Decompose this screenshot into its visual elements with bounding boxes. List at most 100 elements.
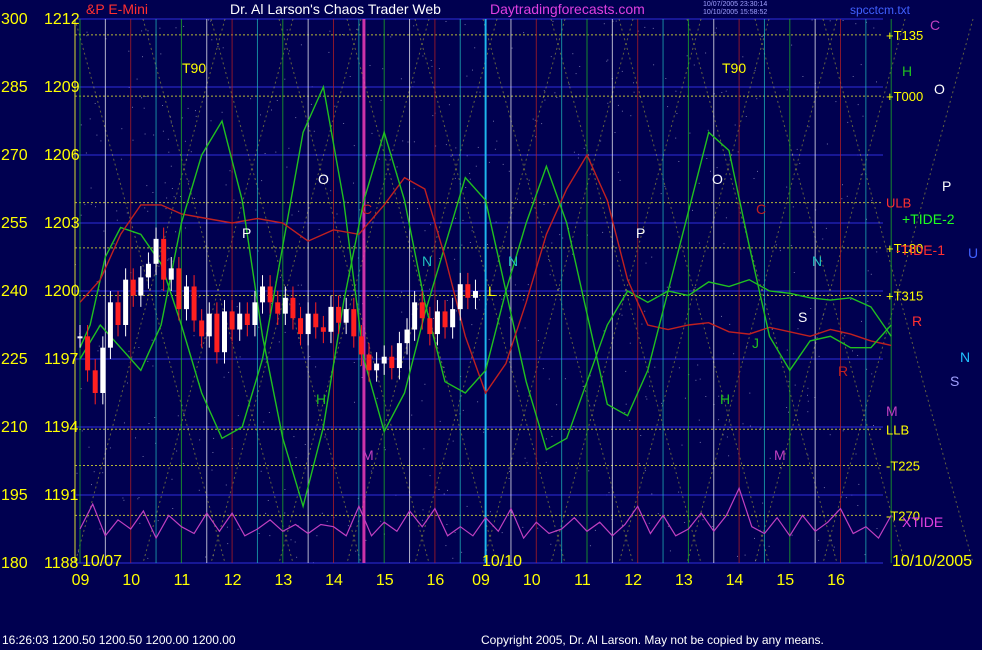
star	[300, 284, 302, 286]
star	[870, 273, 872, 275]
price-bar	[396, 343, 402, 369]
star	[537, 527, 539, 529]
star	[826, 143, 828, 145]
y-tick-degree: 195	[1, 487, 28, 504]
price-bar	[244, 313, 250, 325]
star	[860, 64, 862, 66]
star	[621, 314, 623, 316]
star	[861, 320, 862, 322]
star	[315, 366, 317, 368]
star	[321, 512, 323, 514]
star	[711, 516, 713, 518]
star	[454, 258, 456, 260]
level-label: LLB	[886, 422, 909, 437]
star	[660, 193, 662, 195]
annotation: H	[902, 63, 912, 79]
star	[867, 270, 869, 272]
star	[439, 258, 441, 259]
star	[116, 210, 118, 212]
y-tick-price: 1191	[44, 487, 79, 504]
star	[621, 70, 623, 72]
star	[841, 198, 843, 200]
star	[876, 528, 878, 529]
star	[584, 220, 586, 222]
star	[96, 134, 98, 136]
site-link[interactable]: Daytradingforecasts.com	[490, 1, 645, 17]
star	[380, 99, 382, 101]
star	[509, 317, 510, 319]
x-tick-label: 10	[523, 572, 541, 589]
star	[369, 65, 371, 66]
price-bar	[434, 311, 440, 335]
star	[669, 550, 671, 552]
star	[413, 141, 415, 143]
star	[433, 294, 435, 296]
star	[233, 199, 235, 201]
star	[353, 145, 355, 147]
y-tick-degree: 300	[1, 11, 28, 28]
price-bar	[465, 284, 471, 298]
x-tick-label: 13	[274, 572, 292, 589]
price-bar	[328, 306, 334, 332]
star	[845, 497, 847, 499]
star	[193, 198, 195, 199]
annotation: P	[242, 225, 251, 241]
star	[128, 350, 130, 352]
star	[354, 401, 355, 403]
star	[602, 231, 604, 233]
price-bar	[237, 313, 243, 330]
star	[353, 362, 355, 363]
star	[556, 404, 558, 406]
price-bar	[404, 329, 410, 344]
price-bar	[366, 354, 372, 371]
star	[263, 421, 265, 423]
star	[807, 400, 809, 402]
star	[225, 484, 227, 486]
annotation: H	[316, 391, 326, 407]
y-tick-price: 1203	[44, 215, 80, 232]
star	[294, 541, 296, 543]
star	[152, 365, 154, 367]
star	[768, 545, 770, 547]
y-tick-price: 1206	[44, 147, 80, 164]
star	[786, 407, 788, 408]
star	[558, 288, 560, 289]
star	[269, 535, 271, 537]
star	[579, 66, 581, 67]
star	[760, 427, 762, 429]
star	[522, 526, 524, 528]
star	[255, 209, 257, 211]
star	[719, 204, 720, 206]
star	[304, 444, 306, 445]
star	[113, 243, 115, 245]
price-bar	[313, 313, 319, 328]
annotation: M	[774, 447, 786, 463]
star	[225, 184, 227, 186]
annotation: O	[934, 81, 945, 97]
star	[326, 520, 328, 522]
star	[479, 91, 481, 93]
y-tick-price: 1188	[44, 555, 79, 572]
star	[267, 500, 269, 501]
star	[549, 274, 551, 276]
price-bar	[457, 284, 463, 310]
star	[268, 412, 270, 413]
star	[729, 323, 731, 325]
annotation: J	[752, 335, 759, 351]
star	[718, 419, 720, 421]
star	[132, 106, 133, 108]
y-tick-price: 1209	[44, 79, 80, 96]
star	[855, 23, 857, 25]
star	[147, 557, 149, 559]
star	[749, 392, 751, 394]
star	[466, 505, 468, 507]
star	[522, 299, 524, 301]
price-bar	[161, 238, 167, 280]
star	[496, 140, 498, 142]
price-bar	[260, 286, 266, 303]
star	[829, 434, 831, 436]
chart-title: Dr. Al Larson's Chaos Trader Web	[230, 1, 441, 17]
star	[445, 545, 447, 547]
star	[417, 208, 418, 210]
star	[205, 556, 207, 558]
